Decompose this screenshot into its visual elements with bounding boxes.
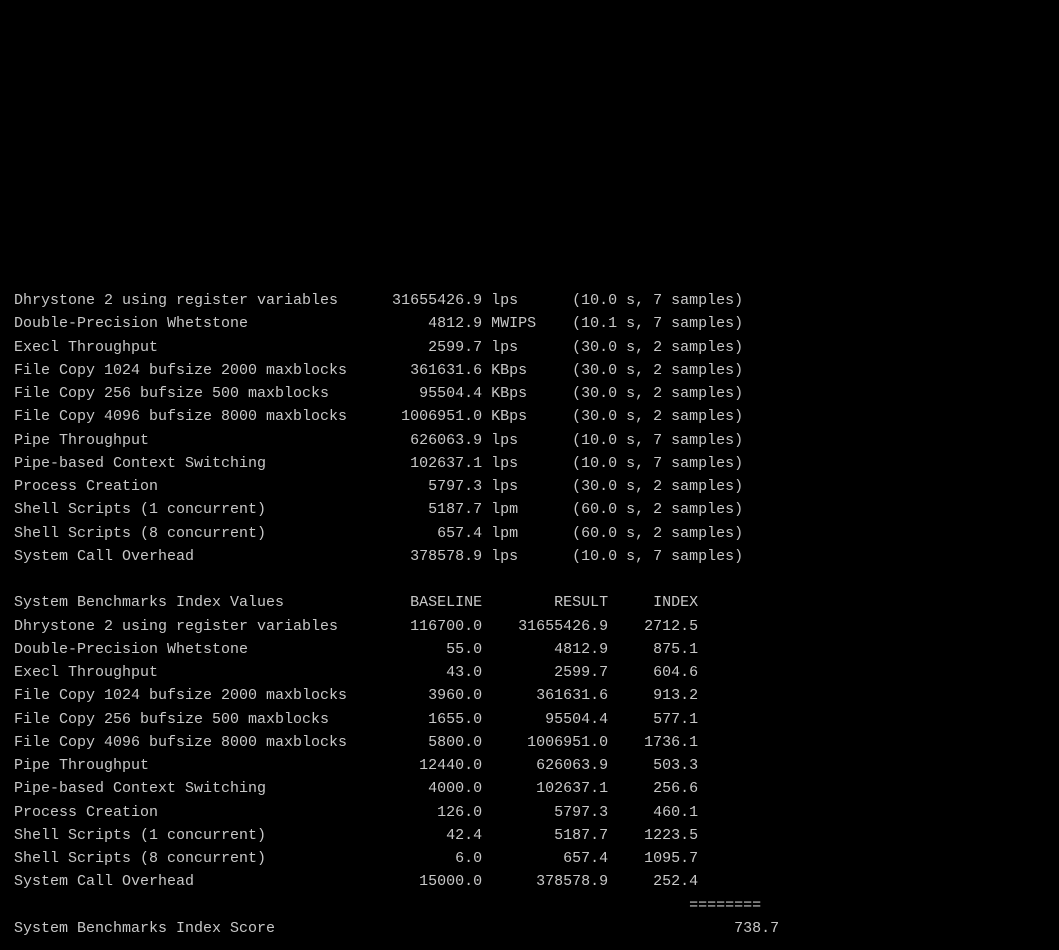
index-table-row: Process Creation 126.0 5797.3 460.1 [14, 801, 1045, 824]
index-table-row: File Copy 4096 bufsize 8000 maxblocks 58… [14, 731, 1045, 754]
benchmark-row: File Copy 1024 bufsize 2000 maxblocks 36… [14, 359, 1045, 382]
terminal-output [14, 10, 1045, 289]
index-table-row: Execl Throughput 43.0 2599.7 604.6 [14, 661, 1045, 684]
benchmarks-section: Dhrystone 2 using register variables 316… [14, 289, 1045, 568]
benchmark-row: Execl Throughput 2599.7 lps (30.0 s, 2 s… [14, 336, 1045, 359]
index-table-row: File Copy 256 bufsize 500 maxblocks 1655… [14, 708, 1045, 731]
spacer1 [14, 568, 1045, 591]
index-table-row: Pipe Throughput 12440.0 626063.9 503.3 [14, 754, 1045, 777]
index-rows: Dhrystone 2 using register variables 116… [14, 615, 1045, 894]
index-table-row: Dhrystone 2 using register variables 116… [14, 615, 1045, 638]
index-table-row: System Call Overhead 15000.0 378578.9 25… [14, 870, 1045, 893]
benchmark-row: File Copy 256 bufsize 500 maxblocks 9550… [14, 382, 1045, 405]
index-header: System Benchmarks Index Values BASELINE … [14, 591, 1045, 614]
equals-section: ======== [14, 894, 1045, 917]
index-table-row: Pipe-based Context Switching 4000.0 1026… [14, 777, 1045, 800]
index-table-row: Shell Scripts (1 concurrent) 42.4 5187.7… [14, 824, 1045, 847]
benchmark-row: Process Creation 5797.3 lps (30.0 s, 2 s… [14, 475, 1045, 498]
index-table-row: Shell Scripts (8 concurrent) 6.0 657.4 1… [14, 847, 1045, 870]
index-table-row: Double-Precision Whetstone 55.0 4812.9 8… [14, 638, 1045, 661]
benchmark-row: Shell Scripts (8 concurrent) 657.4 lpm (… [14, 522, 1045, 545]
benchmark-row: File Copy 4096 bufsize 8000 maxblocks 10… [14, 405, 1045, 428]
benchmark-row: Pipe Throughput 626063.9 lps (10.0 s, 7 … [14, 429, 1045, 452]
benchmark-row: Pipe-based Context Switching 102637.1 lp… [14, 452, 1045, 475]
index-table-row: File Copy 1024 bufsize 2000 maxblocks 39… [14, 684, 1045, 707]
benchmark-row: Dhrystone 2 using register variables 316… [14, 289, 1045, 312]
benchmark-row: System Call Overhead 378578.9 lps (10.0 … [14, 545, 1045, 568]
index-table-header: System Benchmarks Index Values BASELINE … [14, 591, 1045, 614]
benchmark-row: Shell Scripts (1 concurrent) 5187.7 lpm … [14, 498, 1045, 521]
benchmark-row: Double-Precision Whetstone 4812.9 MWIPS … [14, 312, 1045, 335]
